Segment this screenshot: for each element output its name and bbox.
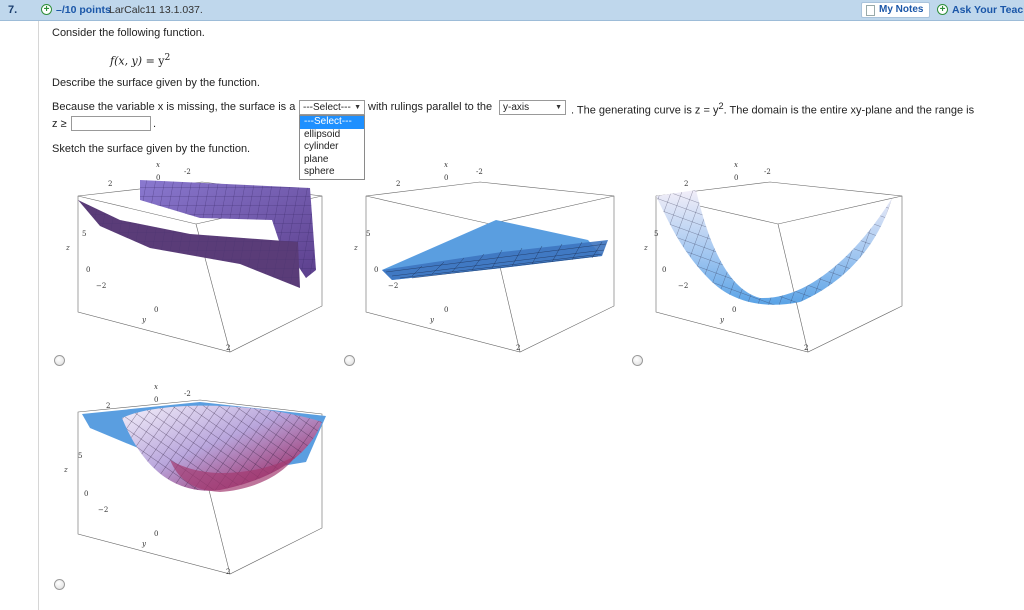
range-input[interactable] — [71, 116, 151, 131]
prompt-text: Consider the following function. — [52, 27, 205, 39]
graph-option-a: x 0 -2 2 5 z 0 −2 0 y 2 — [65, 161, 323, 353]
tick-label: -2 — [184, 390, 191, 398]
chevron-down-icon: ▼ — [555, 104, 562, 111]
tick-label: -2 — [476, 168, 483, 176]
function-rhs: = y — [145, 54, 165, 68]
ask-teacher-link[interactable]: Ask Your Teache — [952, 4, 1024, 16]
tick-label: 0 — [84, 490, 88, 498]
z-axis-label: z — [353, 244, 358, 252]
surface-statement: Because the variable x is missing, the s… — [52, 101, 296, 113]
y-axis-label: y — [141, 540, 147, 548]
tick-label: 0 — [662, 266, 666, 274]
tick-label: 5 — [82, 230, 86, 238]
tick-label: 0 — [444, 306, 448, 314]
x-axis-label: x — [154, 383, 158, 391]
tick-label: 5 — [366, 230, 370, 238]
z-axis-label: z — [65, 244, 70, 252]
y-axis-label: y — [719, 316, 725, 324]
x-axis-label: x — [734, 161, 738, 169]
surface-select-value: ---Select--- — [303, 102, 351, 113]
tick-label: −2 — [388, 282, 398, 290]
tick-label: 0 — [374, 266, 378, 274]
question-source: LarCalc11 13.1.037. — [109, 4, 203, 16]
notes-icon — [866, 5, 875, 16]
tick-label: 2 — [804, 344, 808, 352]
rulings-axis-select[interactable]: y-axis ▼ — [499, 100, 566, 115]
tick-label: 0 — [156, 174, 160, 182]
tick-label: 5 — [654, 230, 658, 238]
axis-select-value: y-axis — [503, 102, 530, 113]
tick-label: 0 — [444, 174, 448, 182]
option-c-radio[interactable] — [632, 355, 643, 366]
generating-curve-text: . The generating curve is z = y2. The do… — [571, 101, 974, 117]
dropdown-option-ellipsoid[interactable]: ellipsoid — [300, 129, 364, 142]
x-axis-label: x — [156, 161, 160, 169]
tick-label: 2 — [108, 180, 112, 188]
z-axis-label: z — [643, 244, 648, 252]
graph-option-b: x 0 -2 2 5 z 0 −2 0 y 2 — [353, 161, 615, 353]
x-axis-label: x — [444, 161, 448, 169]
tick-label: 0 — [154, 306, 158, 314]
range-suffix: . — [153, 118, 157, 130]
points-label: –/10 points — [56, 4, 111, 16]
graph-option-d: x 0 -2 2 5 z 0 −2 0 y 2 — [63, 383, 326, 576]
tick-label: 0 — [734, 174, 738, 182]
tick-label: 2 — [396, 180, 400, 188]
divider — [38, 21, 39, 610]
tick-label: 2 — [226, 344, 230, 352]
tick-label: -2 — [764, 168, 771, 176]
dropdown-option-cylinder[interactable]: cylinder — [300, 141, 364, 154]
y-axis-label: y — [429, 316, 435, 324]
generating-curve-pre: . The generating curve is z = y — [571, 104, 719, 117]
tick-label: 0 — [732, 306, 736, 314]
plus-icon[interactable]: + — [41, 4, 52, 15]
y-axis-label: y — [141, 316, 147, 324]
rulings-text: with rulings parallel to the — [368, 101, 493, 113]
surface-type-select[interactable]: ---Select--- ▼ — [299, 100, 365, 115]
tick-label: 0 — [154, 530, 158, 538]
generating-curve-post: . The domain is the entire xy-plane and … — [723, 104, 975, 117]
my-notes-button[interactable]: My Notes — [861, 2, 931, 18]
tick-label: 0 — [86, 266, 90, 274]
sketch-instruction: Sketch the surface given by the function… — [52, 143, 251, 155]
plus-icon[interactable]: + — [937, 4, 948, 15]
function-exponent: 2 — [164, 52, 171, 63]
tick-label: −2 — [96, 282, 106, 290]
function-lhs: f(x, y) — [110, 54, 143, 68]
describe-text: Describe the surface given by the functi… — [52, 77, 260, 89]
question-number: 7. — [8, 4, 18, 16]
option-d-radio[interactable] — [54, 579, 65, 590]
my-notes-label: My Notes — [879, 4, 924, 15]
dropdown-option-select[interactable]: ---Select--- — [300, 116, 364, 129]
tick-label: -2 — [184, 168, 191, 176]
range-prefix: z ≥ — [52, 118, 67, 130]
tick-label: 0 — [154, 396, 158, 404]
tick-label: −2 — [678, 282, 688, 290]
option-a-radio[interactable] — [54, 355, 65, 366]
tick-label: 2 — [106, 402, 110, 410]
tick-label: 2 — [516, 344, 520, 352]
tick-label: −2 — [98, 506, 108, 514]
graph-option-c: x 0 -2 2 5 z 0 −2 0 y 2 — [643, 161, 903, 353]
z-axis-label: z — [63, 466, 68, 474]
question-header: 7. + –/10 points LarCalc11 13.1.037. My … — [0, 0, 1024, 21]
tick-label: 2 — [226, 568, 230, 576]
tick-label: 5 — [78, 452, 82, 460]
function-expression: f(x, y) = y2 — [110, 52, 170, 68]
chevron-down-icon: ▼ — [354, 104, 361, 111]
tick-label: 2 — [684, 180, 688, 188]
option-b-radio[interactable] — [344, 355, 355, 366]
